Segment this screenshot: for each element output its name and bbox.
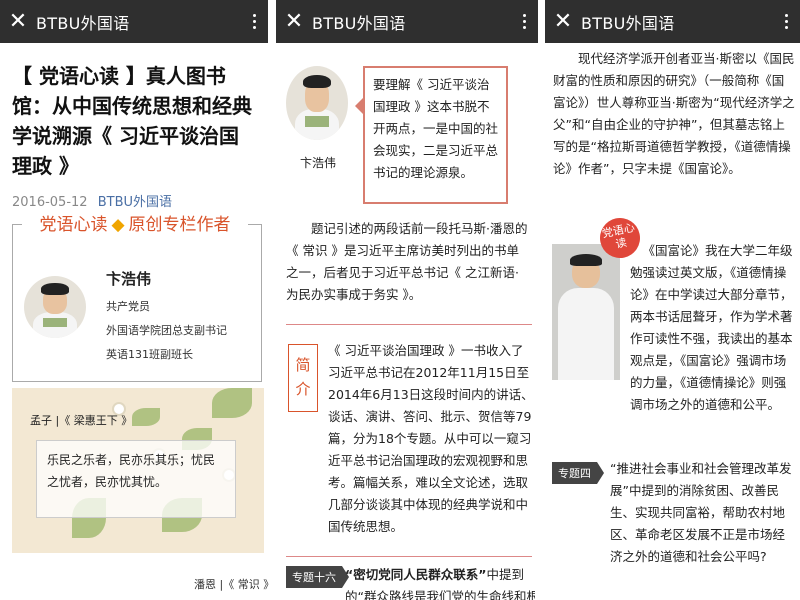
top-bar: ✕ BTBU外国语 (545, 0, 800, 43)
diamond-icon: ◆ (111, 215, 125, 235)
callout-pointer (355, 98, 363, 114)
topic-text: “密切党同人民群众联系”中提到 (345, 564, 535, 586)
topic-bold: “密切党同人民群众联系” (345, 567, 487, 582)
paragraph-2: 《国富论》我在大学二年级勉强读过英文版，《道德情操论》在中学读过大部分章节，两本… (630, 243, 793, 412)
topic-rest: 中提到 (486, 567, 524, 582)
author-name: 卞浩伟 (106, 270, 152, 288)
close-icon[interactable]: ✕ (545, 0, 581, 43)
close-icon[interactable]: ✕ (276, 0, 312, 43)
topic-tag: 专题四 (552, 462, 604, 484)
divider (286, 324, 532, 325)
article-meta: 2016-05-12 BTBU外国语 (12, 191, 256, 210)
quote-cite: 潘恩 |《 常识 》 (194, 578, 275, 591)
divider (286, 556, 532, 557)
panel-divider (268, 0, 276, 600)
author-photo (552, 244, 620, 380)
header-title: BTBU外国语 (36, 13, 130, 33)
header-title: BTBU外国语 (312, 13, 406, 33)
author-line-1: 共产党员 (106, 300, 150, 313)
top-bar: ✕ BTBU外国语 (276, 0, 538, 43)
column-name: 党语心读 (39, 215, 108, 235)
more-menu-icon[interactable] (246, 0, 262, 43)
author-line-3: 英语131班副班长 (106, 348, 193, 361)
top-bar: ✕ BTBU外国语 (0, 0, 268, 43)
article-date: 2016-05-12 (12, 195, 88, 210)
author-avatar (24, 276, 86, 338)
intro-label: 简介 (288, 344, 318, 412)
more-menu-icon[interactable] (516, 0, 532, 43)
header-title: BTBU外国语 (581, 13, 675, 33)
photo-caption: 卞浩伟 (300, 156, 337, 170)
account-link[interactable]: BTBU外国语 (98, 195, 172, 210)
article-title: 【 党语心读 】真人图书馆：从中国传统思想和经典学说溯源《 习近平谈治国理政 》 (12, 64, 252, 178)
more-menu-icon[interactable] (778, 0, 794, 43)
topic-text: “推进社会事业和社会管理改革发展”中提到的消除贫困、改善民生、实现共同富裕，帮助… (610, 461, 792, 564)
panel-divider (538, 0, 545, 600)
callout-box: 要理解《 习近平谈治国理政 》这本书脱不开两点，一是中国的社会现实，二是习近平总… (363, 66, 508, 204)
paragraph-1: 题记引述的两段话前一段托马斯·潘恩的《 常识 》是习近平主席访美时列出的书单之一… (286, 221, 528, 302)
quote-source: 孟子 |《 梁惠王下 》 (30, 414, 133, 427)
topic-tag: 专题十六 (286, 566, 349, 588)
paragraph-1: 现代经济学派开创者亚当·斯密以《国民财富的性质和原因的研究》（一般简称《国富论》… (553, 51, 795, 176)
quote-text: 乐民之乐者，民亦乐其乐；忧民之忧者，民亦忧其忧。 (36, 440, 236, 518)
column-role: 原创专栏作者 (128, 215, 231, 235)
author-line-2: 外国语学院团总支副书记 (106, 324, 227, 337)
author-card-heading: 党语心读 ◆ 原创专栏作者 (22, 210, 248, 235)
author-photo (286, 66, 348, 140)
topic-text-cut: 的“群众路线是我们党的生命线和根 (345, 589, 535, 600)
close-icon[interactable]: ✕ (0, 0, 36, 43)
intro-text: 《 习近平谈治国理政 》一书收入了习近平总书记在2012年11月15日至2014… (328, 343, 534, 534)
